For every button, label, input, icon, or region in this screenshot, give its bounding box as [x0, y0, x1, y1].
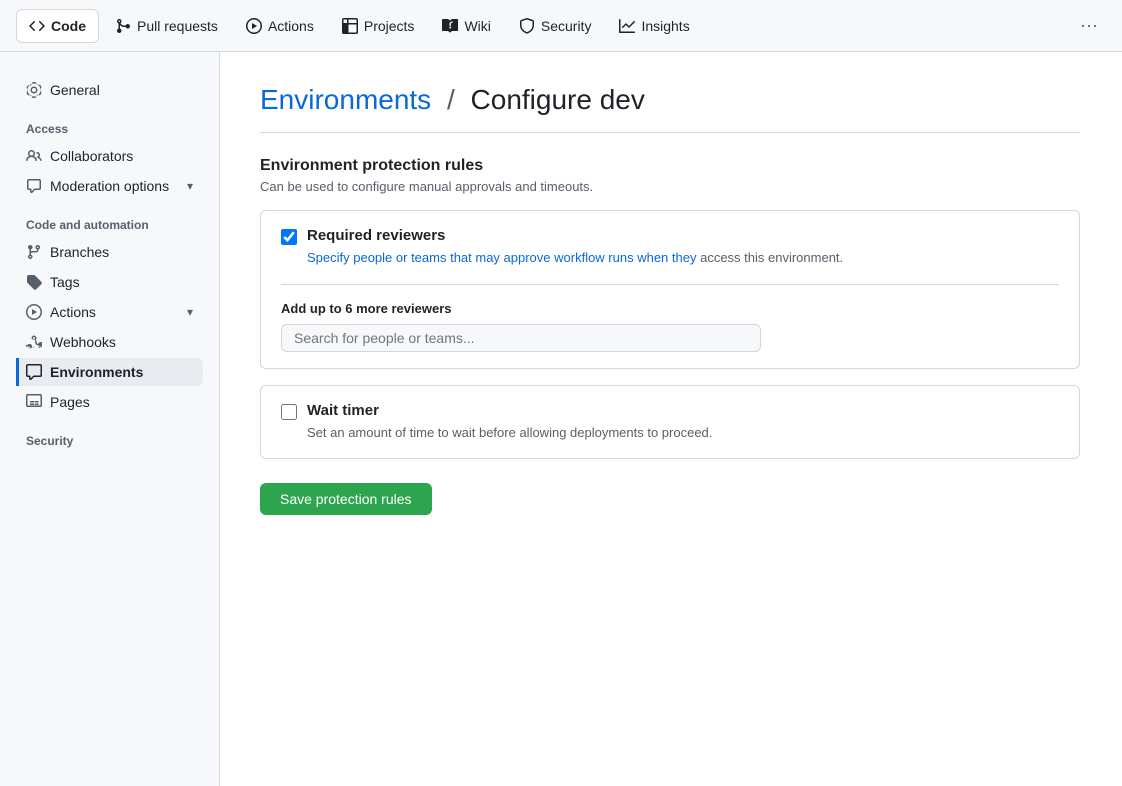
- sidebar-item-pages[interactable]: Pages: [16, 388, 203, 416]
- save-protection-rules-button[interactable]: Save protection rules: [260, 483, 432, 515]
- sidebar-item-actions[interactable]: Actions ▾: [16, 298, 203, 326]
- play-icon: [246, 18, 262, 34]
- sidebar-actions-label: Actions: [50, 304, 96, 320]
- chevron-down-icon: ▾: [187, 179, 193, 193]
- nav-security-label: Security: [541, 18, 592, 34]
- sidebar-item-webhooks[interactable]: Webhooks: [16, 328, 203, 356]
- sidebar-item-tags[interactable]: Tags: [16, 268, 203, 296]
- nav-actions[interactable]: Actions: [234, 10, 326, 42]
- protection-rules-subtitle: Can be used to configure manual approval…: [260, 179, 1080, 194]
- wait-timer-desc-text: Set an amount of time to wait before all…: [307, 425, 712, 440]
- pages-icon: [26, 394, 42, 410]
- actions-play-icon: [26, 304, 42, 320]
- required-reviewers-checkbox[interactable]: [281, 229, 297, 245]
- top-nav: Code Pull requests Actions Projects: [0, 0, 1122, 52]
- pr-icon: [115, 18, 131, 34]
- sidebar-item-moderation[interactable]: Moderation options ▾: [16, 172, 203, 200]
- wait-timer-checkbox[interactable]: [281, 404, 297, 420]
- sidebar-item-collaborators[interactable]: Collaborators: [16, 142, 203, 170]
- main-content: Environments / Configure dev Environment…: [220, 52, 1120, 786]
- nav-insights[interactable]: Insights: [607, 10, 701, 42]
- wait-timer-description: Set an amount of time to wait before all…: [307, 423, 712, 443]
- breadcrumb-current: Configure dev: [471, 84, 645, 115]
- wait-timer-card: Wait timer Set an amount of time to wait…: [260, 385, 1080, 460]
- search-reviewers-input[interactable]: [281, 324, 761, 352]
- wait-timer-content: Wait timer Set an amount of time to wait…: [307, 402, 712, 443]
- required-reviewers-desc-link: Specify people or teams that may approve…: [307, 250, 696, 265]
- nav-security[interactable]: Security: [507, 10, 604, 42]
- code-automation-section-label: Code and automation: [16, 202, 203, 238]
- sidebar-environments-label: Environments: [50, 364, 143, 380]
- wait-timer-header: Wait timer Set an amount of time to wait…: [281, 402, 1059, 443]
- page-title: Environments / Configure dev: [260, 84, 1080, 133]
- wait-timer-title: Wait timer: [307, 402, 712, 419]
- nav-projects-label: Projects: [364, 18, 415, 34]
- sidebar-tags-label: Tags: [50, 274, 80, 290]
- webhook-icon: [26, 334, 42, 350]
- nav-projects[interactable]: Projects: [330, 10, 427, 42]
- breadcrumb-link[interactable]: Environments: [260, 84, 431, 115]
- environments-icon: [26, 364, 42, 380]
- nav-code[interactable]: Code: [16, 9, 99, 43]
- people-icon: [26, 148, 42, 164]
- graph-icon: [619, 18, 635, 34]
- required-reviewers-desc-rest: access this environment.: [696, 250, 843, 265]
- shield-icon: [519, 18, 535, 34]
- page-layout: General Access Collaborators Moderation …: [0, 52, 1122, 786]
- nav-actions-label: Actions: [268, 18, 314, 34]
- protection-rules-heading: Environment protection rules: [260, 157, 1080, 175]
- breadcrumb-separator: /: [447, 84, 455, 115]
- nav-pr-label: Pull requests: [137, 18, 218, 34]
- nav-pull-requests[interactable]: Pull requests: [103, 10, 230, 42]
- more-menu-button[interactable]: ···: [1072, 11, 1106, 40]
- table-icon: [342, 18, 358, 34]
- book-icon: [442, 18, 458, 34]
- required-reviewers-title: Required reviewers: [307, 227, 843, 244]
- moderation-icon: [26, 178, 42, 194]
- required-reviewers-description: Specify people or teams that may approve…: [307, 248, 843, 268]
- sidebar-pages-label: Pages: [50, 394, 90, 410]
- nav-insights-label: Insights: [641, 18, 689, 34]
- tag-icon: [26, 274, 42, 290]
- branch-icon: [26, 244, 42, 260]
- required-reviewers-header: Required reviewers Specify people or tea…: [281, 227, 1059, 268]
- reviewer-section: Add up to 6 more reviewers: [281, 284, 1059, 352]
- nav-wiki-label: Wiki: [464, 18, 490, 34]
- nav-wiki[interactable]: Wiki: [430, 10, 502, 42]
- access-section-label: Access: [16, 106, 203, 142]
- gear-icon: [26, 82, 42, 98]
- sidebar: General Access Collaborators Moderation …: [0, 52, 220, 786]
- sidebar-moderation-label: Moderation options: [50, 178, 169, 194]
- code-icon: [29, 18, 45, 34]
- required-reviewers-content: Required reviewers Specify people or tea…: [307, 227, 843, 268]
- actions-chevron-icon: ▾: [187, 305, 193, 319]
- sidebar-general-label: General: [50, 82, 100, 98]
- sidebar-branches-label: Branches: [50, 244, 109, 260]
- sidebar-collaborators-label: Collaborators: [50, 148, 133, 164]
- sidebar-item-general[interactable]: General: [16, 76, 203, 104]
- sidebar-webhooks-label: Webhooks: [50, 334, 116, 350]
- security-section-label: Security: [16, 418, 203, 454]
- sidebar-item-environments[interactable]: Environments: [16, 358, 203, 386]
- nav-code-label: Code: [51, 18, 86, 34]
- sidebar-item-branches[interactable]: Branches: [16, 238, 203, 266]
- required-reviewers-card: Required reviewers Specify people or tea…: [260, 210, 1080, 369]
- add-reviewers-label: Add up to 6 more reviewers: [281, 301, 1059, 316]
